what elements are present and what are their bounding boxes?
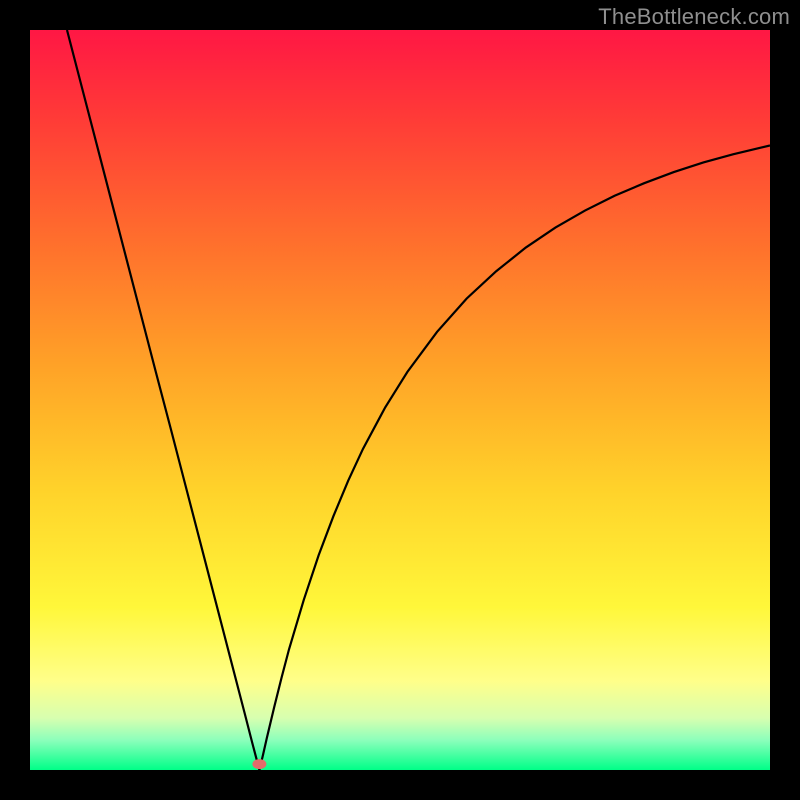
plot-area — [30, 30, 770, 770]
optimal-point-marker — [252, 759, 266, 769]
gradient-background — [30, 30, 770, 770]
chart-svg — [30, 30, 770, 770]
watermark-text: TheBottleneck.com — [598, 4, 790, 30]
chart-frame: TheBottleneck.com — [0, 0, 800, 800]
